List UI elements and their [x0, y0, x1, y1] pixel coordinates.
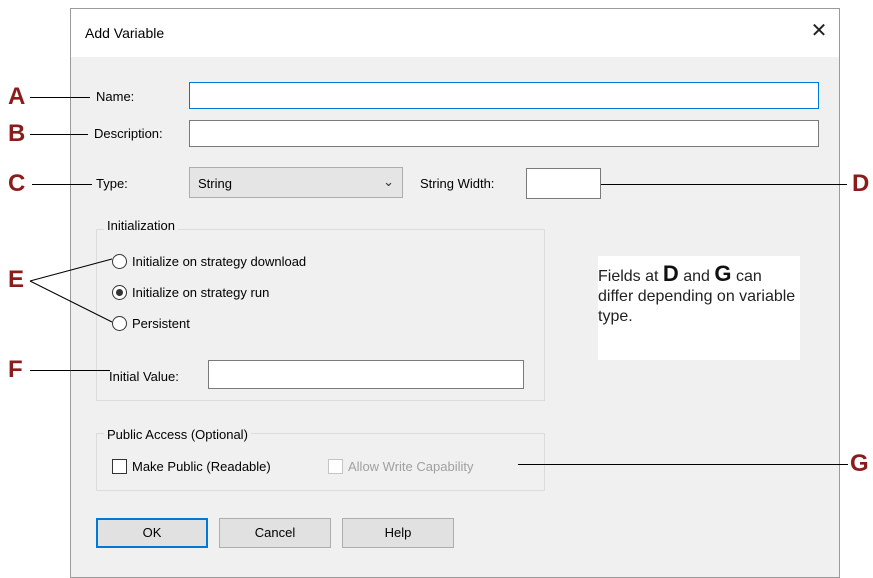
callout-e: E	[8, 266, 25, 293]
radio-initialize-run-label[interactable]: Initialize on strategy run	[132, 285, 269, 300]
allow-write-label: Allow Write Capability	[348, 459, 474, 474]
ok-button[interactable]: OK	[96, 518, 208, 548]
callout-d: D	[852, 170, 870, 197]
callout-b: B	[8, 120, 26, 147]
description-input[interactable]	[189, 120, 819, 147]
dialog-title: Add Variable	[85, 25, 165, 41]
type-label: Type:	[96, 176, 128, 191]
note-letter-d: D	[662, 261, 679, 286]
leader-line-g	[518, 464, 848, 465]
cancel-button[interactable]: Cancel	[219, 518, 331, 548]
close-icon[interactable]: ✕	[807, 19, 831, 43]
string-width-input[interactable]	[526, 168, 601, 199]
description-label: Description:	[94, 126, 163, 141]
callout-c: C	[8, 170, 26, 197]
help-button[interactable]: Help	[342, 518, 454, 548]
callout-g: G	[850, 450, 869, 477]
leader-line-b	[30, 134, 88, 135]
leader-line-a	[30, 97, 90, 98]
radio-initialize-download-label[interactable]: Initialize on strategy download	[132, 254, 306, 269]
name-label: Name:	[96, 89, 135, 104]
leader-line-c	[32, 184, 92, 185]
chevron-down-icon: ⌄	[383, 174, 394, 189]
allow-write-checkbox[interactable]	[328, 459, 343, 474]
string-width-label: String Width:	[420, 176, 495, 191]
annotation-note: Fields at D and G can differ depending o…	[598, 256, 800, 360]
title-bar: Add Variable ✕	[71, 9, 839, 57]
public-access-group-title: Public Access (Optional)	[104, 427, 251, 442]
initialization-group-title: Initialization	[104, 218, 178, 233]
make-public-checkbox[interactable]	[112, 459, 127, 474]
callout-a: A	[8, 83, 26, 110]
note-text-1: Fields at	[598, 268, 663, 285]
initial-value-label: Initial Value:	[109, 369, 179, 384]
initial-value-input[interactable]	[208, 360, 524, 389]
note-letter-g: G	[714, 261, 732, 286]
radio-persistent-label[interactable]: Persistent	[132, 316, 190, 331]
callout-f: F	[8, 356, 23, 383]
leader-line-d	[601, 184, 847, 185]
note-text-2: and	[678, 268, 715, 285]
name-input[interactable]	[189, 82, 819, 109]
leader-lines-e	[29, 258, 113, 323]
type-selected-value: String	[198, 176, 232, 191]
make-public-label[interactable]: Make Public (Readable)	[132, 459, 271, 474]
type-dropdown[interactable]: String ⌄	[189, 167, 403, 198]
leader-line-f	[30, 370, 110, 371]
